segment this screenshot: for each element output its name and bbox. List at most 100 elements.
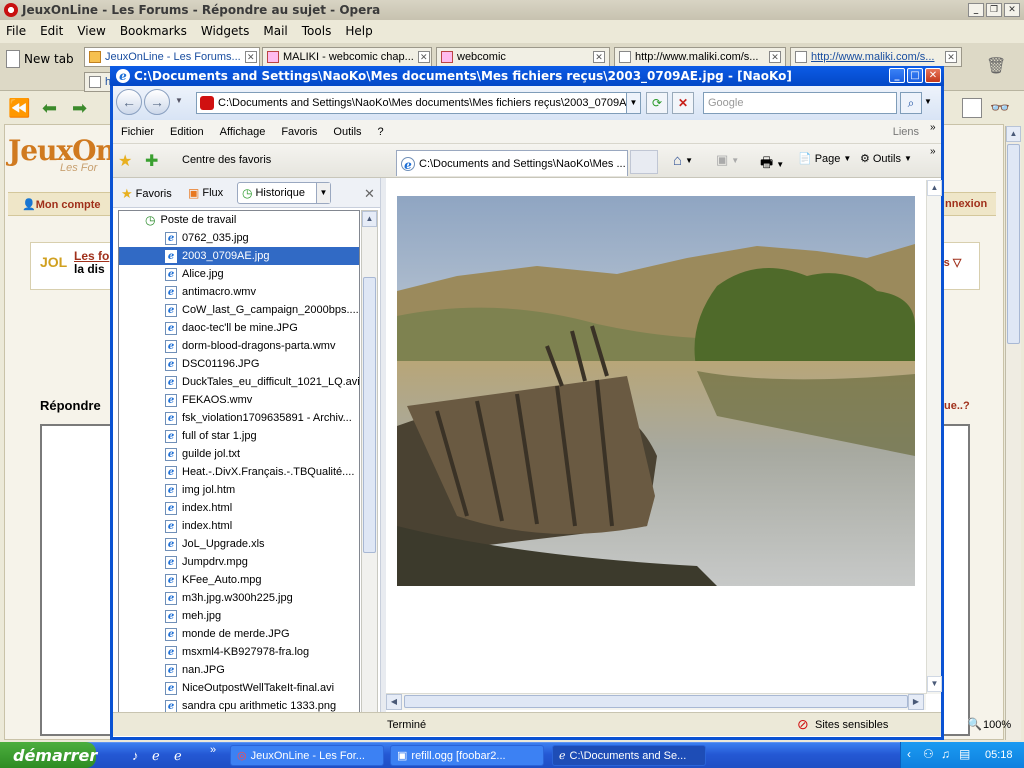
- close-button[interactable]: ✕: [1004, 3, 1020, 17]
- scroll-right-icon[interactable]: ▶: [908, 694, 924, 710]
- tree-file-item[interactable]: e daoc-tec'll be mine.JPG: [119, 319, 359, 337]
- tree-file-item[interactable]: e index.html: [119, 517, 359, 535]
- tree-file-item[interactable]: e msxml4-KB927978-fra.log: [119, 643, 359, 661]
- search-options-icon[interactable]: ▼: [924, 97, 932, 106]
- tab-jeuxonline[interactable]: JeuxOnLine - Les Forums... ✕: [84, 47, 260, 67]
- tray-expand-icon[interactable]: ‹: [907, 747, 911, 761]
- tab-maliki-url-1[interactable]: http://www.maliki.com/s... ✕: [614, 47, 786, 67]
- forward-icon[interactable]: ➡: [72, 98, 87, 119]
- menu-edit[interactable]: Edit: [40, 24, 63, 38]
- scroll-down-icon[interactable]: ▼: [927, 676, 942, 692]
- connexion-link[interactable]: nnexion: [945, 198, 987, 210]
- menu-widgets[interactable]: Widgets: [201, 24, 250, 38]
- pane-historique-button[interactable]: ◷ Historique ▼: [237, 182, 331, 204]
- close-tab-icon[interactable]: ✕: [417, 51, 430, 63]
- history-dropdown-icon[interactable]: ▼: [175, 96, 183, 105]
- tray-monitor-icon[interactable]: ▤: [959, 747, 970, 761]
- mon-compte-link[interactable]: 👤Mon compte: [22, 198, 100, 211]
- ie-menu-outils[interactable]: Outils: [325, 126, 369, 138]
- menu-tools[interactable]: Tools: [302, 24, 332, 38]
- tree-file-item[interactable]: e antimacro.wmv: [119, 283, 359, 301]
- ie-tab[interactable]: e C:\Documents and Settings\NaoKo\Mes ..…: [396, 150, 628, 176]
- tree-file-item[interactable]: e FEKAOS.wmv: [119, 391, 359, 409]
- ie-forward-icon[interactable]: →: [144, 89, 170, 115]
- start-button[interactable]: démarrer: [0, 742, 97, 768]
- tree-file-item[interactable]: e CoW_last_G_campaign_2000bps....: [119, 301, 359, 319]
- opera-scrollbar[interactable]: ▲: [1005, 126, 1021, 740]
- photo-shipwreck[interactable]: [397, 196, 915, 586]
- toolbar-chevron-icon[interactable]: »: [930, 146, 936, 157]
- zoom-level[interactable]: 100%: [983, 719, 1011, 731]
- tree-file-item[interactable]: e 2003_0709AE.jpg: [119, 247, 359, 265]
- tree-file-item[interactable]: e 0762_035.jpg: [119, 229, 359, 247]
- menu-chevron-icon[interactable]: »: [930, 122, 936, 133]
- address-input[interactable]: C:\Documents and Settings\NaoKo\Mes docu…: [196, 92, 640, 114]
- tools-menu-button[interactable]: ⚙ Outils ▼: [860, 152, 912, 166]
- tree-file-item[interactable]: e index.html: [119, 499, 359, 517]
- content-horizontal-scrollbar[interactable]: ◀ ▶: [386, 693, 926, 710]
- ie-menu-help[interactable]: ?: [370, 126, 392, 138]
- quicklaunch-ie-icon[interactable]: ℯ: [152, 748, 160, 764]
- tab-maliki-url-2[interactable]: http://www.maliki.com/s... ✕: [790, 47, 962, 67]
- tab-maliki-1[interactable]: MALIKI - webcomic chap... ✕: [262, 47, 432, 67]
- ie-menu-favoris[interactable]: Favoris: [273, 126, 325, 138]
- add-favorite-icon[interactable]: ✚: [145, 151, 158, 171]
- menu-bookmarks[interactable]: Bookmarks: [120, 24, 187, 38]
- ie-close-button[interactable]: ✕: [925, 68, 941, 83]
- tree-file-item[interactable]: e monde de merde.JPG: [119, 625, 359, 643]
- tree-file-item[interactable]: e KFee_Auto.mpg: [119, 571, 359, 589]
- rewind-icon[interactable]: ⏪: [8, 98, 30, 119]
- task-ie[interactable]: ℯ C:\Documents and Se...: [552, 745, 706, 766]
- search-input[interactable]: Google: [703, 92, 897, 114]
- tree-file-item[interactable]: e fsk_violation1709635891 - Archiv...: [119, 409, 359, 427]
- task-foobar[interactable]: ▣ refill.ogg [foobar2...: [390, 745, 544, 766]
- search-icon[interactable]: ⌕: [900, 92, 922, 114]
- stop-icon[interactable]: ✕: [672, 92, 694, 114]
- menu-mail[interactable]: Mail: [263, 24, 287, 38]
- tree-file-item[interactable]: e img jol.htm: [119, 481, 359, 499]
- tree-file-item[interactable]: e full of star 1.jpg: [119, 427, 359, 445]
- menu-file[interactable]: File: [6, 24, 26, 38]
- tree-scrollbar[interactable]: ▲ ▼: [361, 210, 378, 730]
- close-tab-icon[interactable]: ✕: [244, 51, 257, 63]
- panel-icon[interactable]: [962, 98, 982, 118]
- ie-maximize-button[interactable]: □: [907, 68, 923, 83]
- favorites-star-icon[interactable]: ★: [118, 151, 132, 171]
- tree-file-item[interactable]: e Alice.jpg: [119, 265, 359, 283]
- pane-favoris-button[interactable]: ★ Favoris: [121, 186, 172, 202]
- close-tab-icon[interactable]: ✕: [945, 51, 957, 63]
- history-dropdown-icon[interactable]: ▼: [316, 183, 330, 203]
- scroll-up-icon[interactable]: ▲: [362, 211, 377, 227]
- ie-minimize-button[interactable]: _: [889, 68, 905, 83]
- quicklaunch-media-icon[interactable]: ♪: [132, 748, 139, 763]
- content-vertical-scrollbar[interactable]: ▲ ▼: [926, 180, 942, 694]
- hscroll-thumb[interactable]: [404, 695, 908, 708]
- address-dropdown-icon[interactable]: ▼: [626, 92, 641, 114]
- scroll-thumb[interactable]: [363, 277, 376, 553]
- tab-webcomic[interactable]: webcomic ✕: [436, 47, 610, 67]
- ie-menu-affichage[interactable]: Affichage: [212, 126, 274, 138]
- ie-new-tab-button[interactable]: [630, 150, 658, 174]
- close-pane-icon[interactable]: ✕: [364, 186, 375, 202]
- tree-root[interactable]: ◷ Poste de travail: [119, 211, 359, 229]
- tray-volume-icon[interactable]: ♫: [941, 747, 950, 761]
- restore-button[interactable]: ❐: [986, 3, 1002, 17]
- zone-label[interactable]: Sites sensibles: [815, 719, 888, 731]
- help-link[interactable]: ue..?: [944, 400, 970, 412]
- tree-file-item[interactable]: e DuckTales_eu_difficult_1021_LQ.avi: [119, 373, 359, 391]
- favorites-center-label[interactable]: Centre des favoris: [182, 154, 271, 166]
- quicklaunch-browser-icon[interactable]: ℯ: [174, 748, 182, 764]
- menu-view[interactable]: View: [77, 24, 105, 38]
- scroll-up-icon[interactable]: ▲: [927, 180, 942, 196]
- page-menu-button[interactable]: 📄 Page ▼: [798, 152, 851, 166]
- scroll-left-icon[interactable]: ◀: [386, 694, 402, 710]
- quicklaunch-more-icon[interactable]: »: [210, 744, 216, 756]
- tree-file-item[interactable]: e JoL_Upgrade.xls: [119, 535, 359, 553]
- tree-file-item[interactable]: e m3h.jpg.w300h225.jpg: [119, 589, 359, 607]
- forum-link[interactable]: Les fo: [74, 249, 109, 263]
- feeds-button[interactable]: ▣ ▼: [716, 152, 739, 168]
- close-tab-icon[interactable]: ✕: [769, 51, 781, 63]
- pane-flux-button[interactable]: ▣ Flux: [188, 186, 223, 200]
- tree-file-item[interactable]: e nan.JPG: [119, 661, 359, 679]
- tray-network-icon[interactable]: ⚇: [923, 747, 934, 761]
